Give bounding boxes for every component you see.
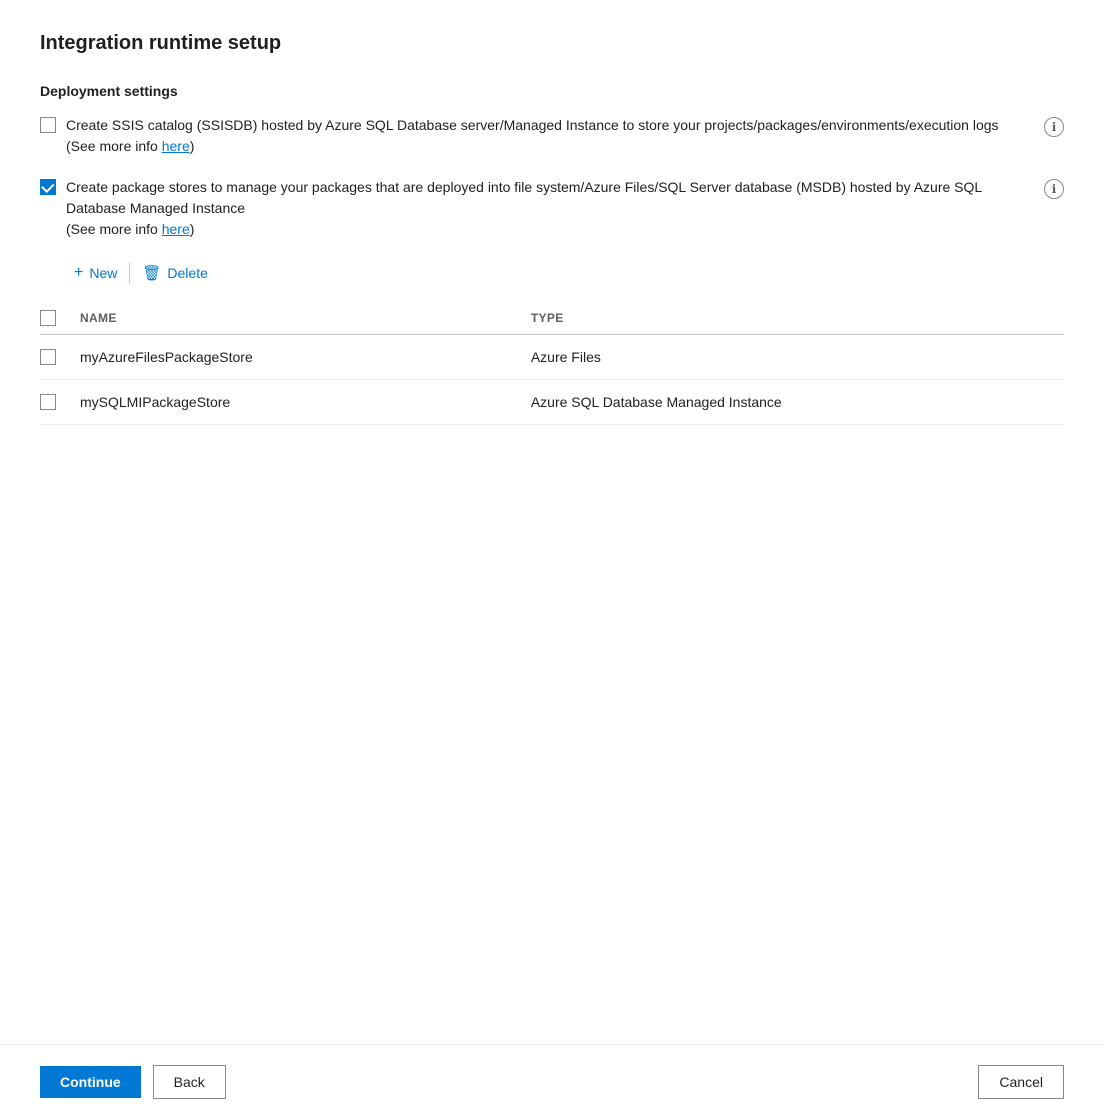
checkbox-2-label: Create package stores to manage your pac… bbox=[66, 179, 982, 216]
page-title: Integration runtime setup bbox=[40, 32, 1064, 55]
checkbox-row-1: Create SSIS catalog (SSISDB) hosted by A… bbox=[40, 115, 1064, 157]
dialog-container: Integration runtime setup Deployment set… bbox=[0, 0, 1104, 1119]
trash-icon: 🗑 bbox=[142, 264, 161, 282]
checkbox-2-link[interactable]: here bbox=[162, 221, 190, 237]
back-button[interactable]: Back bbox=[153, 1065, 226, 1099]
checkbox-1-text: Create SSIS catalog (SSISDB) hosted by A… bbox=[66, 115, 1032, 157]
col-header-type: TYPE bbox=[519, 302, 1064, 335]
table-row: mySQLMIPackageStoreAzure SQL Database Ma… bbox=[40, 380, 1064, 425]
table-body: myAzureFilesPackageStoreAzure FilesmySQL… bbox=[40, 335, 1064, 425]
checkbox-1[interactable] bbox=[40, 117, 56, 133]
cancel-button[interactable]: Cancel bbox=[978, 1065, 1064, 1099]
plus-icon: + bbox=[74, 265, 83, 281]
row-1-name: mySQLMIPackageStore bbox=[68, 380, 519, 425]
select-all-checkbox[interactable] bbox=[40, 310, 56, 326]
table-header-row: NAME TYPE bbox=[40, 302, 1064, 335]
checkbox-1-link[interactable]: here bbox=[162, 138, 190, 154]
new-button[interactable]: + New bbox=[66, 261, 125, 285]
row-0-name: myAzureFilesPackageStore bbox=[68, 335, 519, 380]
info-icon-1[interactable]: ℹ bbox=[1044, 117, 1064, 137]
info-icon-2[interactable]: ℹ bbox=[1044, 179, 1064, 199]
checkbox-row-2: Create package stores to manage your pac… bbox=[40, 177, 1064, 240]
dialog-content: Integration runtime setup Deployment set… bbox=[0, 0, 1104, 1044]
checkbox-wrapper-2: Create package stores to manage your pac… bbox=[40, 177, 1032, 240]
package-stores-table-container: NAME TYPE myAzureFilesPackageStoreAzure … bbox=[40, 302, 1064, 425]
delete-button[interactable]: 🗑 Delete bbox=[134, 260, 216, 286]
delete-button-label: Delete bbox=[167, 265, 207, 281]
checkbox-2-text: Create package stores to manage your pac… bbox=[66, 177, 1032, 240]
table-row: myAzureFilesPackageStoreAzure Files bbox=[40, 335, 1064, 380]
checkbox-1-see-more-prefix: (See more info bbox=[66, 138, 162, 154]
checkbox-2-see-more-prefix: (See more info bbox=[66, 221, 162, 237]
new-button-label: New bbox=[89, 265, 117, 281]
toolbar-divider bbox=[129, 263, 130, 283]
row-0-type: Azure Files bbox=[519, 335, 1064, 380]
dialog-footer: Continue Back Cancel bbox=[0, 1044, 1104, 1119]
row-0-checkbox[interactable] bbox=[40, 349, 56, 365]
checkbox-1-see-more-suffix: ) bbox=[190, 138, 195, 154]
continue-button[interactable]: Continue bbox=[40, 1066, 141, 1098]
checkbox-2[interactable] bbox=[40, 179, 56, 195]
table-toolbar: + New 🗑 Delete bbox=[66, 260, 1064, 286]
package-stores-table: NAME TYPE myAzureFilesPackageStoreAzure … bbox=[40, 302, 1064, 425]
row-1-type: Azure SQL Database Managed Instance bbox=[519, 380, 1064, 425]
row-0-checkbox-cell bbox=[40, 335, 68, 380]
row-1-checkbox-cell bbox=[40, 380, 68, 425]
row-1-checkbox[interactable] bbox=[40, 394, 56, 410]
deployment-settings-section: Deployment settings Create SSIS catalog … bbox=[40, 83, 1064, 425]
checkbox-wrapper-1: Create SSIS catalog (SSISDB) hosted by A… bbox=[40, 115, 1032, 157]
checkbox-2-see-more-suffix: ) bbox=[190, 221, 195, 237]
section-title: Deployment settings bbox=[40, 83, 1064, 99]
col-header-name: NAME bbox=[68, 302, 519, 335]
col-header-checkbox bbox=[40, 302, 68, 335]
checkbox-1-label: Create SSIS catalog (SSISDB) hosted by A… bbox=[66, 117, 999, 133]
